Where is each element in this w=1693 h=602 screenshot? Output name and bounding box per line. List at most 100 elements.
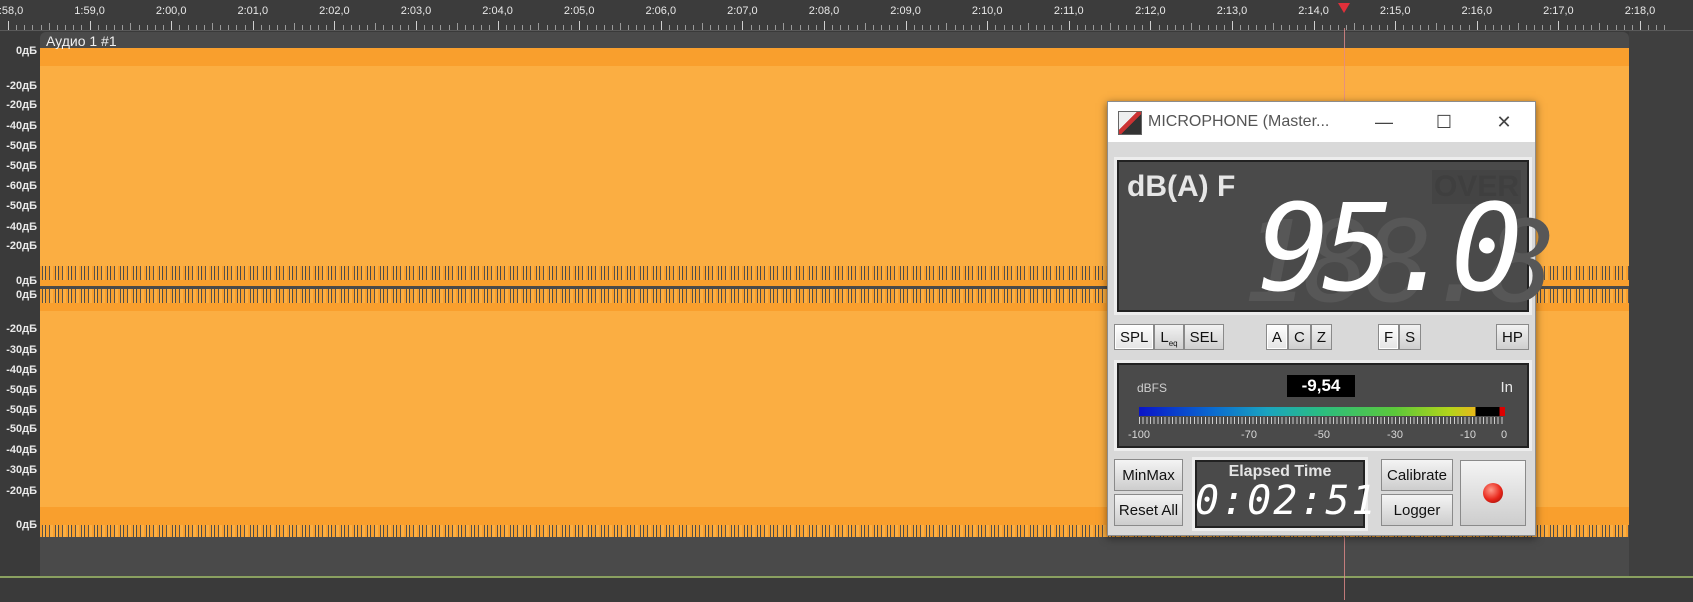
timeline-tick [1362, 25, 1364, 30]
minimize-button[interactable]: — [1354, 102, 1414, 142]
input-level-meter: dBFS -9,54 In -100 -70 -50 -30 -10 0 [1114, 360, 1532, 451]
sound-level-meter-window[interactable]: MICROPHONE (Master... — ☐ ✕ dB(A) F OVER… [1107, 101, 1555, 536]
timeline-tick [171, 21, 173, 30]
timeline-tick [416, 21, 417, 30]
timeline-tick [1599, 23, 1601, 30]
timeline-label: 2:10,0 [971, 5, 1003, 17]
minmax-button[interactable]: MinMax [1114, 459, 1183, 491]
slow-button[interactable]: S [1399, 324, 1422, 350]
timeline-tick [897, 25, 899, 30]
timeline-tick [815, 25, 817, 30]
playhead-marker-icon[interactable] [1338, 3, 1350, 13]
calibrate-button[interactable]: Calibrate [1381, 459, 1453, 491]
timeline-tick [391, 25, 393, 30]
timeline-tick [1631, 25, 1633, 30]
timeline-label: 2:09,0 [890, 5, 921, 17]
timeline-tick [269, 25, 271, 30]
leq-button[interactable]: Leq [1154, 324, 1184, 350]
timeline-label: 2:01,0 [237, 5, 269, 17]
timeline-tick [24, 25, 26, 30]
db-label: -50дБ [6, 423, 37, 435]
timeline-tick [668, 25, 670, 30]
timeline-tick [1158, 25, 1160, 30]
timeline-tick [1346, 25, 1348, 30]
timeline-tick [505, 25, 507, 30]
timeline-tick [734, 25, 736, 30]
timeline-tick [1215, 25, 1217, 30]
timeline-tick [913, 25, 915, 30]
timeline-tick [766, 25, 768, 30]
z-weighting-button[interactable]: Z [1310, 324, 1333, 350]
sel-button[interactable]: SEL [1183, 324, 1224, 350]
timeline-tick [1313, 21, 1315, 30]
level-display: dB(A) F OVER 188.8 95.0 [1114, 157, 1555, 328]
clip-title[interactable]: Аудио 1 #1 [46, 33, 117, 49]
timeline-tick [375, 23, 377, 30]
timeline-tick [1272, 23, 1274, 30]
timeline-label: 2:16,0 [1461, 5, 1493, 17]
timeline-tick [56, 25, 58, 30]
timeline-tick [538, 23, 540, 30]
timeline-label: 1:59,0 [74, 5, 105, 17]
timeline-tick [309, 25, 311, 30]
timeline-tick [881, 25, 883, 30]
timeline-tick [130, 23, 132, 30]
hp-filter-button[interactable]: HP [1496, 324, 1529, 350]
timeline-tick [889, 25, 891, 30]
timeline-tick [1582, 25, 1584, 30]
timeline-label: 1:58,0 [0, 5, 24, 17]
timeline-tick [65, 25, 67, 30]
db-label: -20дБ [6, 240, 37, 252]
timeline-tick [758, 25, 760, 30]
timeline-tick [579, 21, 581, 30]
db-label: -50дБ [6, 140, 37, 152]
timeline-tick [726, 25, 728, 30]
db-label: -40дБ [6, 120, 37, 132]
close-button[interactable]: ✕ [1474, 102, 1534, 142]
maximize-button[interactable]: ☐ [1414, 102, 1474, 142]
timeline-tick [1533, 25, 1535, 30]
timeline-tick [8, 21, 9, 30]
timeline-tick [979, 25, 981, 30]
a-weighting-button[interactable]: A [1266, 324, 1289, 350]
db-label: -50дБ [6, 384, 37, 396]
spl-button[interactable]: SPL [1114, 324, 1155, 350]
timeline-tick [1060, 25, 1062, 30]
timeline-tick [807, 25, 809, 30]
timeline-tick [367, 25, 369, 30]
meter-scale-label: -50 [1314, 429, 1330, 441]
timeline-tick [1623, 25, 1625, 30]
timeline-tick [489, 25, 491, 30]
timeline-tick [1493, 25, 1495, 30]
c-weighting-button[interactable]: C [1288, 324, 1311, 350]
timeline-tick [497, 21, 499, 30]
record-button[interactable] [1460, 460, 1526, 526]
timeline-tick [962, 25, 964, 30]
db-label: 0дБ [15, 519, 37, 531]
timeline-tick [448, 25, 450, 30]
fast-button[interactable]: F [1378, 324, 1400, 350]
timeline-tick [187, 25, 189, 30]
timeline-tick [203, 25, 205, 30]
timeline-tick [1289, 25, 1291, 30]
timeline-tick [1036, 25, 1038, 30]
timeline-tick [970, 25, 972, 30]
empty-track-area[interactable] [1629, 31, 1693, 576]
timeline-label: 2:15,0 [1379, 5, 1411, 17]
logger-button[interactable]: Logger [1381, 494, 1453, 526]
timeline-tick [1395, 21, 1397, 30]
window-titlebar[interactable]: MICROPHONE (Master... — ☐ ✕ [1108, 102, 1535, 142]
timeline-tick [1248, 25, 1250, 30]
horizontal-scrollbar[interactable] [0, 576, 1693, 602]
timeline-tick [1297, 25, 1299, 30]
timeline-tick [620, 23, 621, 30]
timeline-tick [1468, 25, 1470, 30]
timeline-ruler[interactable]: 1:58,0 1:59,0 2:00,0 2:01,0 2:02,0 2:03,0 2:04… [0, 0, 1693, 31]
timeline-tick [644, 25, 646, 30]
timeline-tick [1109, 23, 1111, 30]
timeline-tick [921, 25, 923, 30]
reset-all-button[interactable]: Reset All [1114, 494, 1183, 526]
timeline-tick [48, 23, 50, 30]
elapsed-time-value: 0:02:51 [1195, 478, 1378, 524]
timeline-tick [244, 25, 246, 30]
